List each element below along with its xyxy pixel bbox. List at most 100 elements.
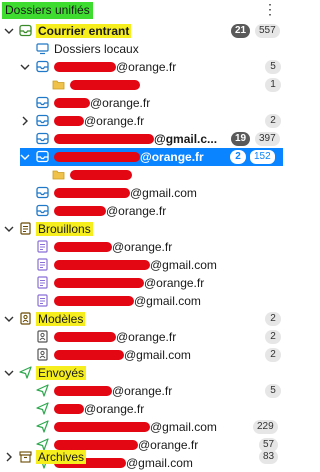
folder-inbox[interactable]: Courrier entrant 21 557 bbox=[0, 22, 287, 40]
redacted-text bbox=[54, 332, 116, 342]
templates-icon bbox=[19, 312, 32, 325]
redacted-text bbox=[54, 386, 112, 396]
account-templates-row[interactable]: @gmail.com 2 bbox=[0, 346, 287, 364]
account-inbox-row[interactable]: @orange.fr 2 bbox=[0, 112, 287, 130]
unread-count-badge: 19 bbox=[231, 132, 251, 146]
account-templates-row[interactable]: @orange.fr 2 bbox=[0, 328, 287, 346]
chevron-down-icon[interactable] bbox=[4, 368, 14, 378]
chevron-down-icon[interactable] bbox=[20, 62, 30, 72]
inbox-icon bbox=[36, 186, 49, 199]
drafts-icon bbox=[19, 222, 32, 235]
redacted-text bbox=[54, 404, 84, 414]
drafts-label: Brouillons bbox=[36, 222, 93, 236]
chevron-right-icon[interactable] bbox=[20, 116, 30, 126]
sent-icon bbox=[36, 384, 49, 397]
folder-local[interactable]: Dossiers locaux bbox=[0, 40, 287, 58]
folder-templates[interactable]: Modèles 2 bbox=[0, 310, 287, 328]
account-email-suffix: @orange.fr bbox=[84, 114, 145, 128]
account-inbox-row[interactable]: @orange.fr bbox=[0, 202, 287, 220]
folder-archives[interactable]: Archives 83 bbox=[0, 448, 287, 466]
account-email-suffix: @gmail.com bbox=[130, 186, 197, 200]
redacted-text bbox=[70, 80, 140, 90]
redacted-text bbox=[54, 260, 150, 270]
inbox-icon bbox=[36, 60, 49, 73]
account-email-suffix: @orange.fr bbox=[106, 204, 167, 218]
sent-icon bbox=[19, 366, 32, 379]
inbox-icon bbox=[36, 114, 49, 127]
templates-icon bbox=[36, 330, 49, 343]
inbox-icon bbox=[36, 132, 49, 145]
account-drafts-row[interactable]: @orange.fr bbox=[0, 238, 287, 256]
folder-drafts[interactable]: Brouillons bbox=[0, 220, 287, 238]
account-drafts-row[interactable]: @gmail.com bbox=[0, 292, 287, 310]
account-email-suffix: @orange.fr bbox=[144, 276, 205, 290]
sent-icon bbox=[36, 402, 49, 415]
panel-header: Dossiers unifiés ⋮ bbox=[0, 0, 287, 22]
account-email-suffix: @orange.fr bbox=[84, 402, 145, 416]
chevron-down-icon[interactable] bbox=[4, 224, 14, 234]
redacted-text bbox=[54, 62, 116, 72]
subfolder-row[interactable] bbox=[0, 166, 287, 184]
account-inbox-row[interactable]: @gmail.com bbox=[0, 184, 287, 202]
redacted-text bbox=[54, 188, 130, 198]
total-count-badge: 5 bbox=[265, 60, 281, 74]
inbox-icon bbox=[19, 24, 32, 37]
templates-icon bbox=[36, 348, 49, 361]
account-sent-row[interactable]: @orange.fr bbox=[0, 400, 287, 418]
total-count-badge: 397 bbox=[255, 132, 280, 146]
local-folders-label: Dossiers locaux bbox=[54, 42, 139, 56]
account-email-suffix: @gmail.c... bbox=[154, 132, 218, 146]
account-inbox-row[interactable]: @gmail.c... 19 397 bbox=[0, 130, 287, 148]
chevron-down-icon[interactable] bbox=[4, 26, 14, 36]
redacted-text bbox=[54, 242, 112, 252]
folder-icon bbox=[52, 168, 65, 181]
drafts-icon bbox=[36, 240, 49, 253]
chevron-right-icon[interactable] bbox=[4, 452, 14, 462]
redacted-text bbox=[54, 98, 90, 108]
templates-label: Modèles bbox=[36, 312, 86, 326]
account-email-suffix: @orange.fr bbox=[116, 60, 177, 74]
account-email-suffix: @gmail.com bbox=[124, 348, 191, 362]
inbox-label: Courrier entrant bbox=[36, 24, 132, 38]
redacted-text bbox=[54, 350, 124, 360]
account-sent-row[interactable]: @orange.fr 5 bbox=[0, 382, 287, 400]
inbox-icon bbox=[36, 150, 49, 163]
total-count-badge: 229 bbox=[253, 420, 278, 434]
unread-count-badge: 2 bbox=[230, 150, 246, 164]
chevron-down-icon[interactable] bbox=[20, 152, 30, 162]
account-inbox-row[interactable]: @orange.fr bbox=[0, 94, 287, 112]
account-inbox-row[interactable]: @orange.fr 5 bbox=[0, 58, 287, 76]
redacted-text bbox=[54, 278, 144, 288]
account-email-suffix: @gmail.com bbox=[150, 420, 217, 434]
total-count-badge: 2 bbox=[265, 114, 281, 128]
account-email-suffix: @orange.fr bbox=[112, 240, 173, 254]
account-drafts-row[interactable]: @gmail.com bbox=[0, 256, 287, 274]
total-count-badge: 1 bbox=[265, 78, 281, 92]
more-options-icon[interactable]: ⋮ bbox=[263, 2, 277, 16]
folder-icon bbox=[52, 78, 65, 91]
account-email-suffix: @gmail.com bbox=[150, 258, 217, 272]
drafts-icon bbox=[36, 276, 49, 289]
account-drafts-row[interactable]: @orange.fr bbox=[0, 274, 287, 292]
redacted-text bbox=[54, 134, 154, 144]
account-email-suffix: @orange.fr bbox=[90, 96, 151, 110]
total-count-badge: 2 bbox=[265, 348, 281, 362]
computer-icon bbox=[36, 42, 49, 55]
sent-icon bbox=[36, 420, 49, 433]
account-email-suffix: @gmail.com bbox=[134, 294, 201, 308]
account-sent-row[interactable]: @gmail.com 229 bbox=[0, 418, 287, 436]
subfolder-row[interactable]: 1 bbox=[0, 76, 287, 94]
inbox-icon bbox=[36, 204, 49, 217]
redacted-text bbox=[54, 422, 150, 432]
total-count-badge: 2 bbox=[265, 330, 281, 344]
folder-sent[interactable]: Envoyés bbox=[0, 364, 287, 382]
account-email-suffix: @orange.fr bbox=[112, 384, 173, 398]
unified-folders-title: Dossiers unifiés bbox=[2, 2, 93, 19]
inbox-icon bbox=[36, 96, 49, 109]
total-count-badge: 557 bbox=[255, 24, 280, 38]
sent-label: Envoyés bbox=[36, 366, 87, 380]
chevron-down-icon[interactable] bbox=[4, 314, 14, 324]
total-count-badge: 152 bbox=[249, 149, 276, 165]
account-inbox-row-selected[interactable]: @orange.fr 2 152 bbox=[20, 148, 283, 166]
unread-count-badge: 21 bbox=[231, 24, 251, 38]
